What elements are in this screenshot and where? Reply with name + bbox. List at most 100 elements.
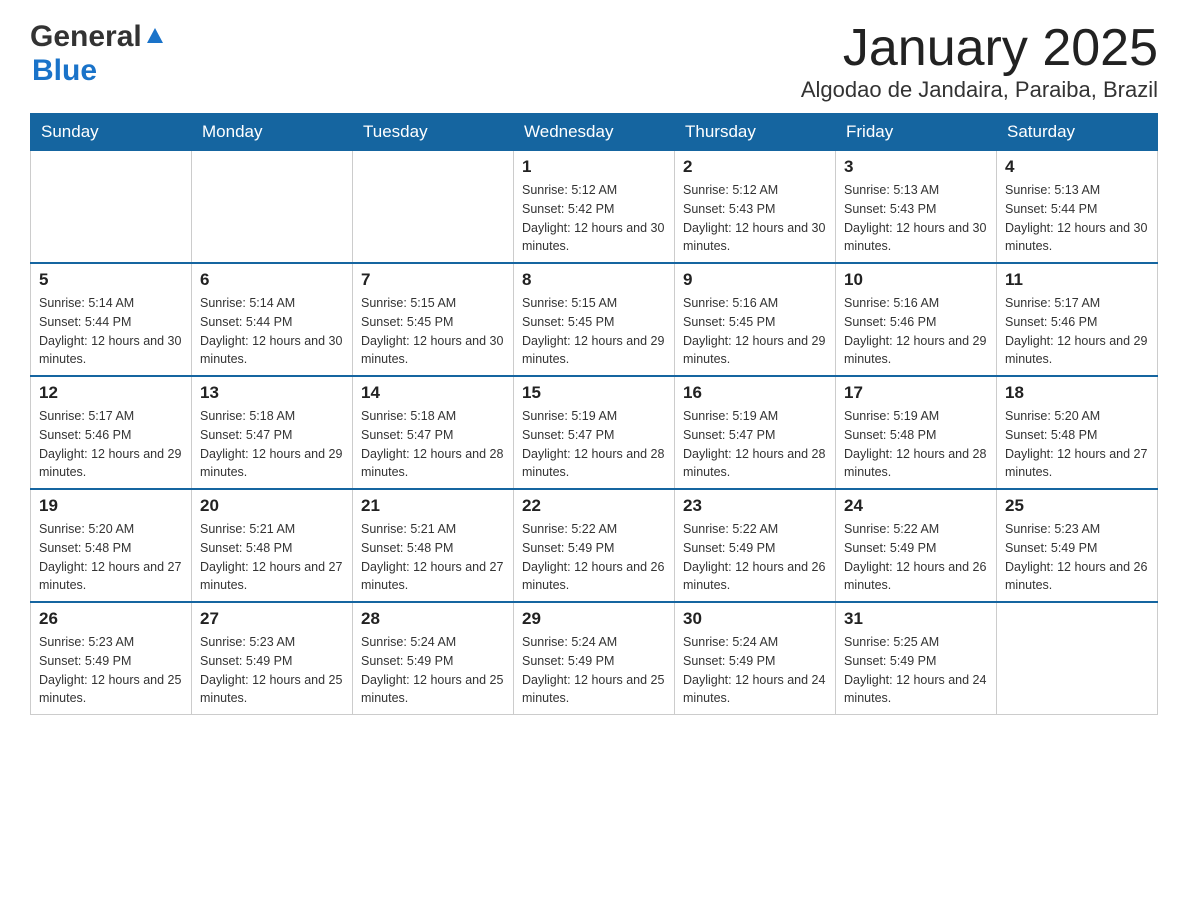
day-info: Sunrise: 5:13 AMSunset: 5:43 PMDaylight:… xyxy=(844,181,988,256)
day-number: 28 xyxy=(361,609,505,629)
day-info: Sunrise: 5:12 AMSunset: 5:43 PMDaylight:… xyxy=(683,181,827,256)
calendar-cell-5-2: 27 Sunrise: 5:23 AMSunset: 5:49 PMDayligh… xyxy=(192,602,353,715)
day-number: 22 xyxy=(522,496,666,516)
day-info: Sunrise: 5:18 AMSunset: 5:47 PMDaylight:… xyxy=(200,407,344,482)
day-info: Sunrise: 5:24 AMSunset: 5:49 PMDaylight:… xyxy=(683,633,827,708)
calendar-cell-1-5: 2Sunrise: 5:12 AMSunset: 5:43 PMDaylight… xyxy=(675,151,836,264)
weekday-header-monday: Monday xyxy=(192,114,353,151)
title-section: January 2025 Algodao de Jandaira, Paraib… xyxy=(801,20,1158,103)
day-number: 30 xyxy=(683,609,827,629)
day-info: Sunrise: 5:12 AMSunset: 5:42 PMDaylight:… xyxy=(522,181,666,256)
calendar-cell-3-7: 18 Sunrise: 5:20 AMSunset: 5:48 PMDayligh… xyxy=(997,376,1158,489)
day-info: Sunrise: 5:17 AMSunset: 5:46 PMDaylight:… xyxy=(1005,294,1149,369)
weekday-header-friday: Friday xyxy=(836,114,997,151)
day-number: 13 xyxy=(200,383,344,403)
calendar-cell-3-5: 16 Sunrise: 5:19 AMSunset: 5:47 PMDayligh… xyxy=(675,376,836,489)
calendar-cell-2-5: 9Sunrise: 5:16 AMSunset: 5:45 PMDaylight… xyxy=(675,263,836,376)
day-info: Sunrise: 5:24 AMSunset: 5:49 PMDaylight:… xyxy=(522,633,666,708)
day-number: 3 xyxy=(844,157,988,177)
day-number: 12 xyxy=(39,383,183,403)
day-info: Sunrise: 5:19 AMSunset: 5:47 PMDaylight:… xyxy=(522,407,666,482)
day-number: 18 xyxy=(1005,383,1149,403)
day-number: 21 xyxy=(361,496,505,516)
calendar-cell-2-4: 8Sunrise: 5:15 AMSunset: 5:45 PMDaylight… xyxy=(514,263,675,376)
day-info: Sunrise: 5:23 AMSunset: 5:49 PMDaylight:… xyxy=(39,633,183,708)
calendar-cell-2-6: 10 Sunrise: 5:16 AMSunset: 5:46 PMDayligh… xyxy=(836,263,997,376)
calendar-week-row-2: 5 Sunrise: 5:14 AMSunset: 5:44 PMDaylight… xyxy=(31,263,1158,376)
calendar-table: SundayMondayTuesdayWednesdayThursdayFrid… xyxy=(30,113,1158,715)
calendar-week-row-4: 19 Sunrise: 5:20 AMSunset: 5:48 PMDayligh… xyxy=(31,489,1158,602)
day-info: Sunrise: 5:19 AMSunset: 5:48 PMDaylight:… xyxy=(844,407,988,482)
day-number: 17 xyxy=(844,383,988,403)
calendar-cell-2-1: 5Sunrise: 5:14 AMSunset: 5:44 PMDaylight… xyxy=(31,263,192,376)
day-info: Sunrise: 5:17 AMSunset: 5:46 PMDaylight:… xyxy=(39,407,183,482)
day-number: 15 xyxy=(522,383,666,403)
calendar-cell-3-4: 15 Sunrise: 5:19 AMSunset: 5:47 PMDayligh… xyxy=(514,376,675,489)
logo: General Blue xyxy=(30,20,166,88)
day-number: 4 xyxy=(1005,157,1149,177)
day-number: 24 xyxy=(844,496,988,516)
logo-triangle-icon xyxy=(144,25,166,47)
calendar-cell-4-5: 23Sunrise: 5:22 AMSunset: 5:49 PMDayligh… xyxy=(675,489,836,602)
logo-general-text: General xyxy=(30,20,142,54)
calendar-cell-2-7: 11 Sunrise: 5:17 AMSunset: 5:46 PMDayligh… xyxy=(997,263,1158,376)
page-header: General Blue January 2025 Algodao de Jan… xyxy=(30,20,1158,103)
day-info: Sunrise: 5:22 AMSunset: 5:49 PMDaylight:… xyxy=(844,520,988,595)
day-info: Sunrise: 5:13 AMSunset: 5:44 PMDaylight:… xyxy=(1005,181,1149,256)
calendar-cell-2-2: 6 Sunrise: 5:14 AMSunset: 5:44 PMDaylight… xyxy=(192,263,353,376)
day-info: Sunrise: 5:22 AMSunset: 5:49 PMDaylight:… xyxy=(522,520,666,595)
day-number: 20 xyxy=(200,496,344,516)
day-number: 23 xyxy=(683,496,827,516)
day-info: Sunrise: 5:16 AMSunset: 5:46 PMDaylight:… xyxy=(844,294,988,369)
day-info: Sunrise: 5:14 AMSunset: 5:44 PMDaylight:… xyxy=(200,294,344,369)
day-number: 5 xyxy=(39,270,183,290)
weekday-header-wednesday: Wednesday xyxy=(514,114,675,151)
day-info: Sunrise: 5:23 AMSunset: 5:49 PMDaylight:… xyxy=(200,633,344,708)
day-number: 10 xyxy=(844,270,988,290)
day-number: 27 xyxy=(200,609,344,629)
calendar-cell-5-5: 30 Sunrise: 5:24 AMSunset: 5:49 PMDayligh… xyxy=(675,602,836,715)
day-info: Sunrise: 5:19 AMSunset: 5:47 PMDaylight:… xyxy=(683,407,827,482)
day-info: Sunrise: 5:20 AMSunset: 5:48 PMDaylight:… xyxy=(39,520,183,595)
day-info: Sunrise: 5:25 AMSunset: 5:49 PMDaylight:… xyxy=(844,633,988,708)
calendar-cell-1-4: 1Sunrise: 5:12 AMSunset: 5:42 PMDaylight… xyxy=(514,151,675,264)
day-info: Sunrise: 5:21 AMSunset: 5:48 PMDaylight:… xyxy=(361,520,505,595)
day-number: 29 xyxy=(522,609,666,629)
day-number: 14 xyxy=(361,383,505,403)
calendar-cell-2-3: 7 Sunrise: 5:15 AMSunset: 5:45 PMDaylight… xyxy=(353,263,514,376)
calendar-cell-3-6: 17 Sunrise: 5:19 AMSunset: 5:48 PMDayligh… xyxy=(836,376,997,489)
day-info: Sunrise: 5:15 AMSunset: 5:45 PMDaylight:… xyxy=(361,294,505,369)
calendar-cell-3-3: 14 Sunrise: 5:18 AMSunset: 5:47 PMDayligh… xyxy=(353,376,514,489)
day-info: Sunrise: 5:20 AMSunset: 5:48 PMDaylight:… xyxy=(1005,407,1149,482)
calendar-cell-4-7: 25 Sunrise: 5:23 AMSunset: 5:49 PMDayligh… xyxy=(997,489,1158,602)
day-number: 6 xyxy=(200,270,344,290)
calendar-header-row: SundayMondayTuesdayWednesdayThursdayFrid… xyxy=(31,114,1158,151)
day-number: 16 xyxy=(683,383,827,403)
day-number: 31 xyxy=(844,609,988,629)
calendar-week-row-5: 26 Sunrise: 5:23 AMSunset: 5:49 PMDayligh… xyxy=(31,602,1158,715)
day-info: Sunrise: 5:18 AMSunset: 5:47 PMDaylight:… xyxy=(361,407,505,482)
day-info: Sunrise: 5:21 AMSunset: 5:48 PMDaylight:… xyxy=(200,520,344,595)
day-number: 19 xyxy=(39,496,183,516)
day-number: 7 xyxy=(361,270,505,290)
calendar-cell-4-6: 24 Sunrise: 5:22 AMSunset: 5:49 PMDayligh… xyxy=(836,489,997,602)
day-number: 8 xyxy=(522,270,666,290)
calendar-cell-3-2: 13 Sunrise: 5:18 AMSunset: 5:47 PMDayligh… xyxy=(192,376,353,489)
calendar-cell-4-1: 19 Sunrise: 5:20 AMSunset: 5:48 PMDayligh… xyxy=(31,489,192,602)
weekday-header-tuesday: Tuesday xyxy=(353,114,514,151)
calendar-week-row-1: 1Sunrise: 5:12 AMSunset: 5:42 PMDaylight… xyxy=(31,151,1158,264)
calendar-cell-1-6: 3 Sunrise: 5:13 AMSunset: 5:43 PMDaylight… xyxy=(836,151,997,264)
day-info: Sunrise: 5:23 AMSunset: 5:49 PMDaylight:… xyxy=(1005,520,1149,595)
calendar-cell-5-4: 29 Sunrise: 5:24 AMSunset: 5:49 PMDayligh… xyxy=(514,602,675,715)
calendar-cell-4-2: 20 Sunrise: 5:21 AMSunset: 5:48 PMDayligh… xyxy=(192,489,353,602)
month-title: January 2025 xyxy=(801,20,1158,77)
day-number: 25 xyxy=(1005,496,1149,516)
calendar-cell-4-3: 21 Sunrise: 5:21 AMSunset: 5:48 PMDayligh… xyxy=(353,489,514,602)
day-info: Sunrise: 5:24 AMSunset: 5:49 PMDaylight:… xyxy=(361,633,505,708)
calendar-cell-1-3 xyxy=(353,151,514,264)
day-number: 11 xyxy=(1005,270,1149,290)
calendar-cell-5-3: 28 Sunrise: 5:24 AMSunset: 5:49 PMDayligh… xyxy=(353,602,514,715)
day-number: 26 xyxy=(39,609,183,629)
calendar-cell-5-1: 26 Sunrise: 5:23 AMSunset: 5:49 PMDayligh… xyxy=(31,602,192,715)
location-subtitle: Algodao de Jandaira, Paraiba, Brazil xyxy=(801,77,1158,103)
